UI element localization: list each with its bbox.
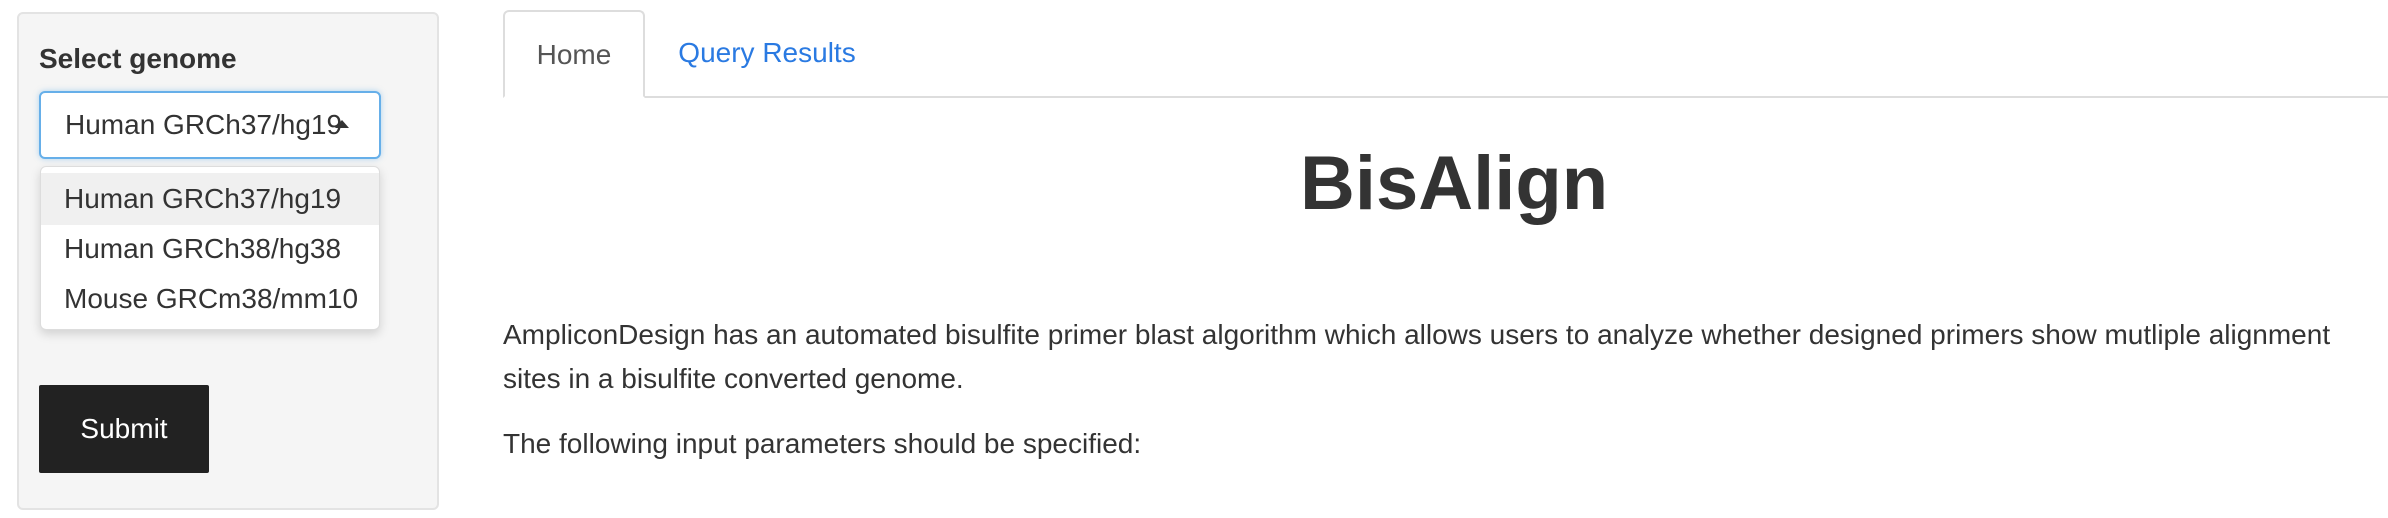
select-genome-label: Select genome [39, 43, 237, 74]
description-line-1: AmpliconDesign has an automated bisulfit… [503, 319, 2331, 350]
page-title: BisAlign [1300, 141, 1609, 226]
genome-select[interactable]: Human GRCh37/hg19 [39, 91, 381, 159]
parameters-intro: The following input parameters should be… [503, 428, 1142, 459]
tab-query-results[interactable]: Query Results [647, 10, 887, 98]
dropdown-option-mm10[interactable]: Mouse GRCm38/mm10 [41, 273, 379, 325]
caret-up-icon[interactable] [335, 120, 349, 128]
dropdown-option-hg38[interactable]: Human GRCh38/hg38 [41, 223, 379, 275]
dropdown-option-hg19[interactable]: Human GRCh37/hg19 [41, 173, 379, 225]
tab-home[interactable]: Home [503, 10, 645, 98]
submit-button[interactable]: Submit [39, 385, 209, 473]
genome-select-value: Human GRCh37/hg19 [65, 109, 343, 140]
genome-dropdown-menu: Human GRCh37/hg19 Human GRCh38/hg38 Mous… [40, 166, 380, 330]
description-line-2: sites in a bisulfite converted genome. [503, 363, 964, 394]
